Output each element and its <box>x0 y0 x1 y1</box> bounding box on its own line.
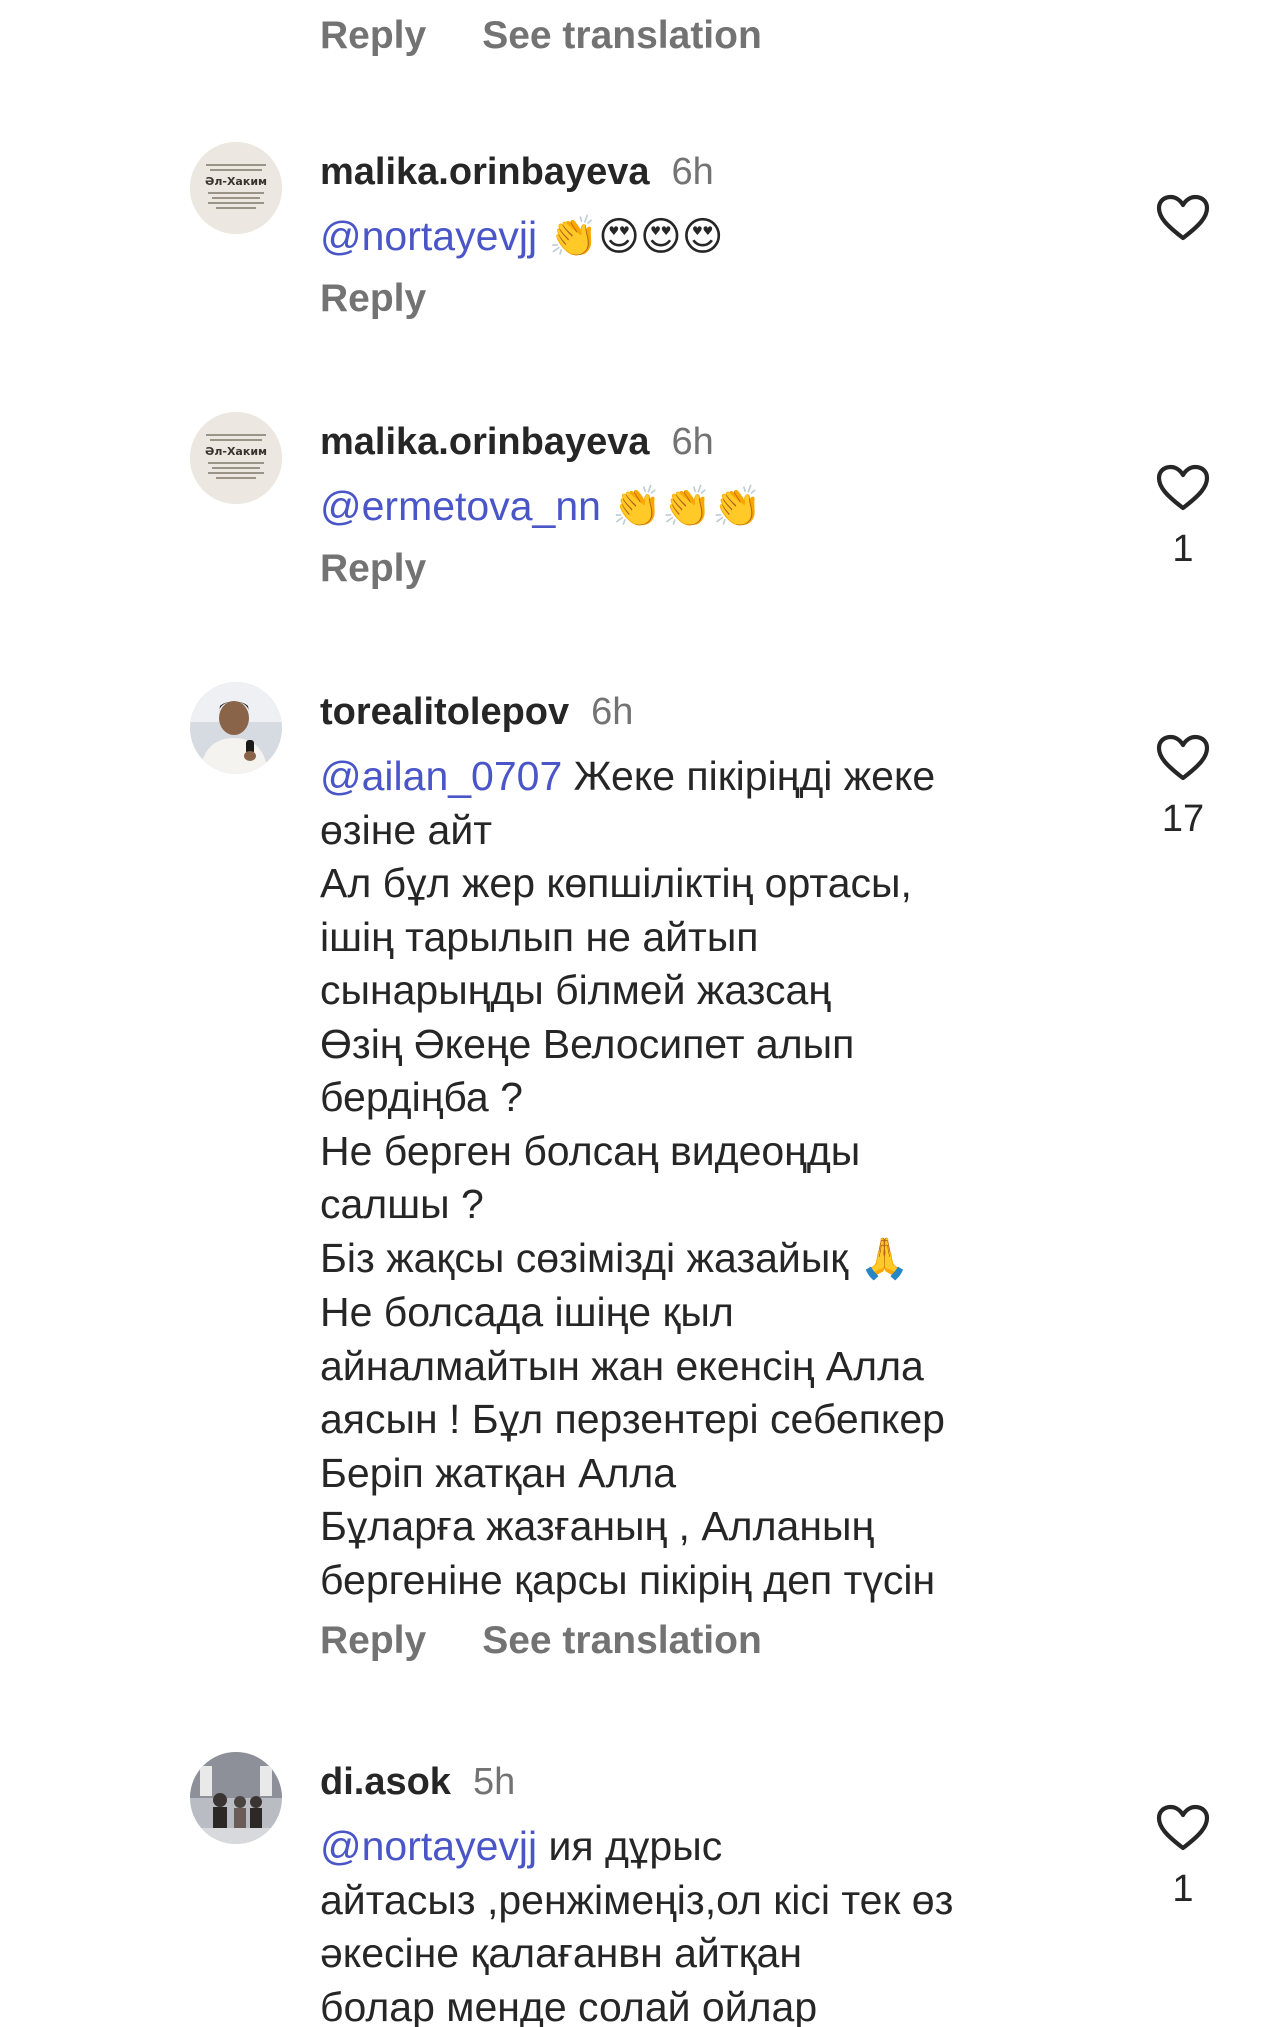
comment-text-line: ішің тарылып не айтып <box>320 913 759 960</box>
comment-text-line: салшы ? <box>320 1181 484 1227</box>
comment-text-line: өзіне айт <box>320 806 493 853</box>
mention-link[interactable]: @nortayevjj <box>320 1823 537 1869</box>
comment-text-line: аясын ! Бұл перзентері себепкер <box>320 1396 945 1442</box>
comment-text-line: Не берген болсаң видеоңды <box>320 1127 861 1174</box>
emoji-text: 👏😍😍😍 <box>548 214 724 260</box>
comment-text-line: Біз жақсы сөзімізді жазайық <box>320 1234 849 1281</box>
like-button[interactable]: 1 <box>1150 464 1216 572</box>
avatar[interactable]: Әл-Хаким <box>190 412 282 504</box>
comment-text-line: бергеніне қарсы пікірің деп түсін <box>320 1556 936 1603</box>
comment-text-line: Не болсада ішіңе қыл <box>320 1289 734 1335</box>
timestamp: 6h <box>591 690 634 733</box>
comment-text-line: әкесіне қалағанвн айтқан <box>320 1930 802 1976</box>
comment-text-line: ия дұрыс <box>548 1823 723 1869</box>
mention-link[interactable]: @ermetova_nn <box>320 483 601 529</box>
like-count: 1 <box>1172 528 1194 570</box>
reply-button[interactable]: Reply <box>320 547 426 591</box>
comment-text: @ailan_0707 Жеке пікіріңді жеке өзіне ай… <box>320 750 1100 1607</box>
comment-text-line: Беріп жатқан Алла <box>320 1449 677 1496</box>
heart-outline-icon <box>1156 464 1210 511</box>
pray-emoji: 🙏 <box>859 1235 910 1282</box>
username[interactable]: torealitolepov <box>320 691 569 734</box>
see-translation-button[interactable]: See translation <box>482 1619 762 1663</box>
like-count: 1 <box>1172 1868 1194 1910</box>
reply-button[interactable]: Reply <box>320 14 426 58</box>
comment-text-line: Жеке пікіріңді жеке <box>573 753 936 799</box>
timestamp: 6h <box>671 420 714 463</box>
like-button[interactable]: 17 <box>1150 734 1216 842</box>
avatar-title: Әл-Хаким <box>205 175 267 188</box>
comment-text-line: айтасыз ,ренжімеңіз,ол кісі тек өз <box>320 1876 954 1923</box>
comment-text-line: болар менде солай ойлар <box>320 1983 818 2027</box>
avatar-title: Әл-Хаким <box>205 445 267 458</box>
heart-outline-icon <box>1156 1804 1210 1851</box>
comment-text-line: айналмайтын жан екенсің Алла <box>320 1342 924 1389</box>
timestamp: 5h <box>472 1760 516 1803</box>
timestamp: 6h <box>671 150 714 193</box>
reply-button[interactable]: Reply <box>320 277 426 321</box>
comment-text: @nortayevjj ия дұрыс айтасыз ,ренжімеңіз… <box>320 1820 1100 2027</box>
heart-outline-icon <box>1156 194 1210 241</box>
comment-text-line: Бұларға жазғаның , Алланың <box>320 1503 875 1549</box>
comment-text-line: бердіңба ? <box>320 1074 523 1120</box>
mention-link[interactable]: @nortayevjj <box>320 213 537 259</box>
reply-button[interactable]: Reply <box>320 1619 426 1663</box>
username[interactable]: malika.orinbayeva <box>320 421 650 464</box>
see-translation-button[interactable]: See translation <box>482 14 762 58</box>
comment-text: @nortayevjj 👏😍😍😍 <box>320 210 1100 265</box>
avatar[interactable]: Әл-Хаким <box>190 142 282 234</box>
heart-outline-icon <box>1156 734 1210 781</box>
username[interactable]: di.asok <box>320 1761 451 1804</box>
avatar[interactable] <box>190 682 282 774</box>
comment-text-line: Өзің Әкеңе Велосипет алып <box>320 1020 855 1067</box>
emoji-text: 👏👏👏 <box>612 484 762 530</box>
like-count: 17 <box>1161 798 1205 840</box>
avatar[interactable] <box>190 1752 282 1844</box>
like-button[interactable]: 1 <box>1150 1804 1216 1912</box>
top-comment-actions: Reply See translation <box>320 8 762 64</box>
mention-link[interactable]: @ailan_0707 <box>320 753 562 799</box>
comment-text: @ermetova_nn 👏👏👏 <box>320 480 1100 535</box>
like-button[interactable] <box>1150 194 1216 242</box>
comment-text-line: сынарыңды білмей жазсаң <box>320 967 831 1013</box>
username[interactable]: malika.orinbayeva <box>320 151 650 194</box>
comment-text-line: Ал бұл жер көпшіліктің ортасы, <box>320 860 912 906</box>
